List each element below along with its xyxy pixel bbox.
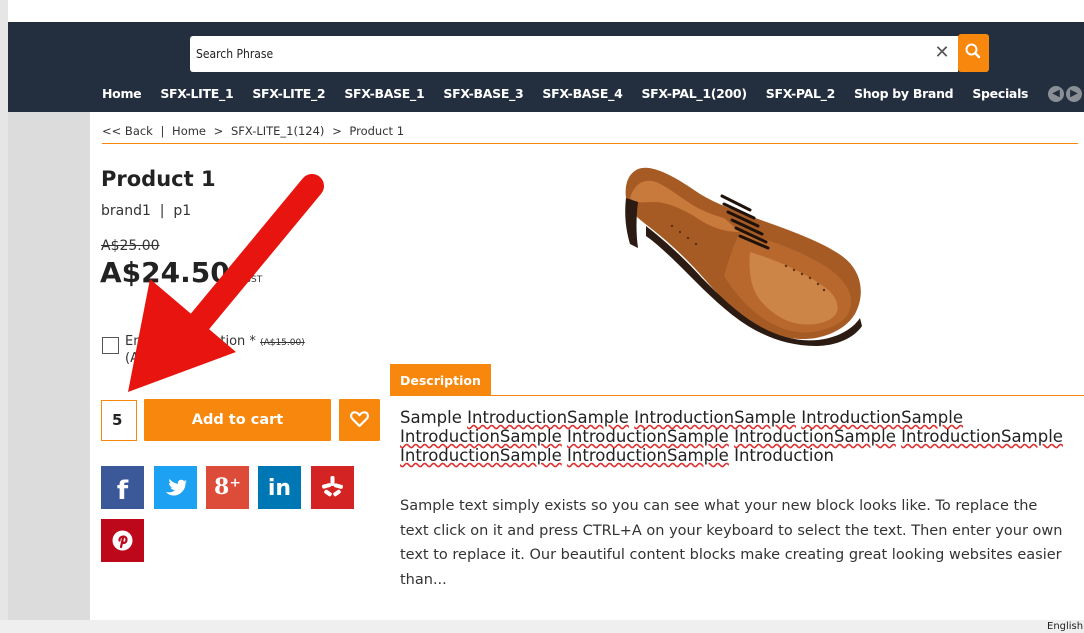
facebook-icon: f — [116, 476, 129, 506]
breadcrumb-category-link[interactable]: SFX-LITE_1(124) — [231, 124, 324, 138]
intro-word: IntroductionSample — [567, 446, 729, 465]
tab-underline — [390, 395, 1084, 396]
quantity-input[interactable]: 5 — [101, 400, 137, 441]
google-plus-icon: 8⁺ — [214, 474, 241, 500]
description-body: Sample text simply exists so you can see… — [400, 498, 1063, 588]
nav-item-sfx-lite-1[interactable]: SFX-LITE_1 — [160, 86, 233, 106]
heart-icon — [350, 411, 369, 428]
embroidery-option-label: Embroidery option * (A$15.00) (A$14.70) — [125, 334, 355, 367]
intro-word: IntroductionSample — [634, 408, 796, 427]
nav-item-sfx-lite-2[interactable]: SFX-LITE_2 — [252, 86, 325, 106]
nav-item-sfx-base-4[interactable]: SFX-BASE_4 — [542, 86, 622, 106]
google-plus-share-button[interactable]: 8⁺ — [206, 466, 249, 509]
language-selector[interactable]: English — [1047, 621, 1083, 632]
breadcrumb-separator: | — [160, 124, 165, 138]
intro-word: IntroductionSample — [400, 446, 562, 465]
intro-word: IntroductionSample — [400, 427, 562, 446]
browser-top-strip — [0, 0, 1084, 22]
twitter-icon — [166, 479, 187, 496]
linkedin-share-button[interactable]: in — [258, 466, 301, 509]
chevron-left-icon[interactable]: ◀ — [1048, 86, 1064, 102]
old-price: A$25.00 — [101, 238, 160, 254]
bottom-status-bar — [0, 620, 1084, 633]
pinterest-share-button[interactable] — [101, 519, 144, 562]
breadcrumb-separator: > — [213, 124, 224, 138]
search-input[interactable] — [190, 36, 958, 72]
tab-description[interactable]: Description — [390, 364, 491, 396]
chevron-right-icon[interactable]: ▶ — [1066, 86, 1082, 102]
intro-word: IntroductionSample — [801, 408, 964, 427]
nav-item-sfx-pal-1[interactable]: SFX-PAL_1(200) — [641, 86, 747, 106]
price-gst-note: inc GST — [228, 275, 263, 285]
linkedin-icon: in — [267, 476, 292, 501]
left-side-panel — [8, 112, 90, 620]
breadcrumb-separator: > — [332, 124, 342, 138]
page: ✕ Home SFX-LITE_1 SFX-LITE_2 SFX-BASE_1 … — [0, 0, 1084, 633]
description-intro: Sample IntroductionSample IntroductionSa… — [400, 408, 1076, 465]
intro-word: IntroductionSample — [901, 427, 1063, 446]
close-icon[interactable]: ✕ — [932, 43, 952, 63]
embroidery-option-checkbox[interactable] — [102, 337, 119, 354]
breadcrumb-back-link[interactable]: << Back — [102, 124, 153, 138]
pinterest-icon — [112, 530, 133, 551]
twitter-share-button[interactable] — [154, 466, 197, 509]
yelp-icon — [321, 476, 344, 497]
product-brand-sku: brand1 | p1 — [101, 203, 192, 219]
left-gutter — [0, 0, 8, 620]
nav-scroll-controls: ◀ ▶ — [1048, 86, 1082, 102]
option-label-text: Embroidery option * — [125, 334, 256, 349]
product-title: Product 1 — [101, 167, 216, 191]
intro-word: IntroductionSample — [567, 427, 729, 446]
breadcrumb-home-link[interactable]: Home — [172, 124, 206, 138]
nav-item-shop-by-brand[interactable]: Shop by Brand — [854, 86, 954, 106]
search-box[interactable] — [190, 36, 958, 72]
intro-word: Introduction — [728, 446, 835, 465]
current-price: A$24.50 — [100, 256, 230, 289]
breadcrumb-current: Product 1 — [349, 124, 405, 138]
search-icon — [965, 43, 981, 59]
option-price: (A$14.70) — [125, 351, 190, 366]
nav-item-specials[interactable]: Specials — [972, 86, 1028, 106]
intro-word: IntroductionSample — [734, 427, 896, 446]
facebook-share-button[interactable]: f — [101, 466, 144, 509]
search-button[interactable] — [958, 34, 989, 72]
nav-item-home[interactable]: Home — [102, 86, 142, 106]
nav-item-sfx-base-1[interactable]: SFX-BASE_1 — [344, 86, 424, 106]
yelp-share-button[interactable] — [311, 466, 354, 509]
product-image[interactable] — [590, 156, 882, 346]
breadcrumb: << Back | Home > SFX-LITE_1(124) > Produ… — [102, 124, 1078, 144]
intro-word: Sample — [400, 408, 468, 427]
nav-item-sfx-pal-2[interactable]: SFX-PAL_2 — [766, 86, 836, 106]
wishlist-button[interactable] — [339, 399, 380, 441]
add-to-cart-button[interactable]: Add to cart — [144, 399, 331, 441]
intro-word: IntroductionSample — [467, 408, 629, 427]
main-nav: Home SFX-LITE_1 SFX-LITE_2 SFX-BASE_1 SF… — [102, 86, 1047, 106]
option-old-price: (A$15.00) — [260, 338, 305, 348]
nav-item-sfx-base-3[interactable]: SFX-BASE_3 — [443, 86, 523, 106]
